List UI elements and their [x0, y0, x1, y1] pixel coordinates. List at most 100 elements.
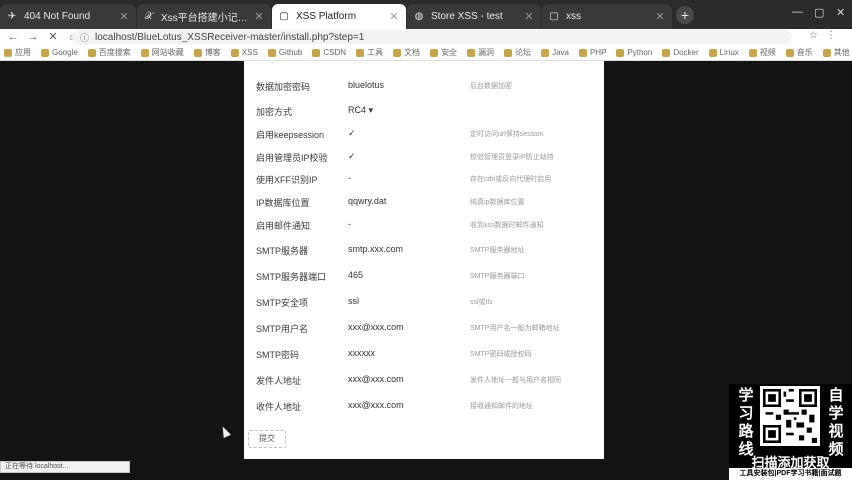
field-label: 数据加密密码 [256, 82, 311, 92]
bookmark-folder-icon [140, 48, 149, 57]
field-description: 校验管理员登录IP防止劫持 [470, 154, 554, 161]
close-window-icon[interactable]: ✕ [836, 6, 845, 19]
form-row: 启用keepsession ✓ 定时访问url保持session [256, 124, 596, 144]
field-input[interactable]: xxx@xxx.com [348, 400, 404, 410]
new-tab-button[interactable]: + [676, 6, 694, 24]
field-input[interactable]: 465 [348, 270, 363, 280]
bookmark-item[interactable]: Docker [662, 48, 699, 57]
page-icon: ▢ [549, 11, 559, 22]
submit-button[interactable]: 提交 [248, 430, 286, 448]
field-label: 启用keepsession [256, 130, 325, 140]
maximize-icon[interactable]: ▢ [814, 6, 824, 19]
bookmark-label: 音乐 [796, 48, 813, 57]
bookmark-label: Java [552, 48, 569, 57]
bookmark-item[interactable]: Github [267, 48, 303, 57]
tab-title: Store XSS - test [431, 11, 503, 22]
stop-icon[interactable]: ✕ [46, 30, 60, 44]
field-description: 后台数据加密 [470, 83, 512, 90]
form-row: IP数据库位置 qqwry.dat 纯真ip数据库位置 [256, 192, 596, 212]
field-input[interactable]: - [348, 219, 351, 229]
bookmark-item[interactable]: Python [616, 48, 652, 57]
minimize-icon[interactable]: — [792, 6, 803, 18]
close-icon[interactable]: ✕ [654, 10, 666, 23]
bookmark-folder-icon [4, 48, 12, 57]
field-input[interactable]: qqwry.dat [348, 196, 386, 206]
close-icon[interactable]: ✕ [118, 10, 130, 23]
forward-icon[interactable]: → [26, 30, 40, 44]
field-label: 收件人地址 [256, 402, 302, 412]
field-description: SMTP服务器地址 [470, 247, 525, 254]
bookmark-folder-icon [662, 48, 671, 57]
tab-xss[interactable]: ▢ xss ✕ [542, 4, 672, 29]
field-description: ssl或tls [470, 299, 493, 306]
bookmark-folder-icon [541, 48, 550, 57]
field-input[interactable]: ssl [348, 296, 359, 306]
tab-title: Xss平台搭建小记 | zmask's Blo [161, 13, 249, 24]
bookmark-item[interactable]: XSS [230, 48, 258, 57]
bookmark-item[interactable]: 视频 [748, 47, 776, 58]
address-bar[interactable]: ⓘ localhost/BlueLotus_XSSReceiver-master… [72, 30, 792, 44]
field-input[interactable]: ✓ [348, 128, 356, 139]
bookmark-item[interactable]: Google [41, 48, 78, 57]
bookmark-item[interactable]: 应用 [4, 47, 31, 58]
form-row: SMTP服务器端口 465 SMTP服务器端口 [256, 266, 596, 286]
field-input[interactable]: xxxxxx [348, 348, 375, 358]
tab-zmask-blog[interactable]: 𝒳 Xss平台搭建小记 | zmask's Blo ✕ [137, 4, 271, 29]
tab-title: 404 Not Found [24, 11, 91, 22]
bookmark-item[interactable]: 音乐 [785, 47, 813, 58]
field-description: 发件人地址一般与用户名相同 [470, 377, 561, 384]
bookmark-item[interactable]: 博客 [193, 47, 221, 58]
form-row: SMTP用户名 xxx@xxx.com SMTP用户名一般为邮箱地址 [256, 318, 596, 338]
tab-title: xss [566, 11, 581, 22]
tab-xss-platform[interactable]: ▢ XSS Platform ✕ [272, 4, 406, 29]
bookmark-item[interactable]: 百度搜索 [87, 47, 131, 58]
bookmark-item[interactable]: Linux [708, 48, 739, 57]
field-label: 启用管理员IP校验 [256, 153, 328, 163]
bookmark-item[interactable]: PHP [578, 48, 606, 57]
info-icon[interactable]: ⓘ [80, 31, 89, 44]
bookmark-item[interactable]: 其他 [822, 47, 850, 58]
bookmark-label: 应用 [15, 48, 31, 57]
pin-icon: ✈ [7, 11, 17, 22]
field-description: SMTP用户名一般为邮箱地址 [470, 325, 560, 332]
tab-store-xss[interactable]: ◍ Store XSS - test ✕ [407, 4, 541, 29]
bookmark-folder-icon [356, 48, 365, 57]
bookmark-label: Google [52, 48, 78, 57]
field-input[interactable]: xxx@xxx.com [348, 374, 404, 384]
form-row: 启用管理员IP校验 ✓ 校验管理员登录IP防止劫持 [256, 147, 596, 167]
form-row: SMTP安全项 ssl ssl或tls [256, 292, 596, 312]
tab-404-not-found[interactable]: ✈ 404 Not Found ✕ [0, 4, 136, 29]
bookmark-item[interactable]: Java [541, 48, 569, 57]
page-icon: ▢ [279, 11, 289, 22]
close-icon[interactable]: ✕ [253, 10, 265, 23]
page-viewport: 提交 数据加密密码 bluelotus 后台数据加密 加密方式 RC4 ▾ 启用keeps… [0, 61, 852, 461]
bookmark-item[interactable]: 网站收藏 [140, 47, 184, 58]
form-row: 发件人地址 xxx@xxx.com 发件人地址一般与用户名相同 [256, 370, 596, 390]
field-input[interactable]: xxx@xxx.com [348, 322, 404, 332]
bookmark-item[interactable]: CSDN [312, 48, 346, 57]
close-icon[interactable]: ✕ [388, 10, 400, 23]
field-input[interactable]: - [348, 173, 351, 183]
bookmark-label: Python [627, 48, 653, 57]
qr-watermark: 学习路线 自学视频 扫描添加获取 工具安装包|PDF学习书籍|面试题 [729, 384, 852, 480]
extensions-icons[interactable]: ☆⋮ [809, 30, 844, 41]
bookmark-label: Github [278, 48, 303, 57]
bookmark-label: 百度搜索 [98, 48, 131, 57]
back-icon[interactable]: ← [6, 30, 20, 44]
field-description: 定时访问url保持session [470, 131, 544, 138]
field-input[interactable]: bluelotus [348, 80, 384, 90]
bookmark-folder-icon [312, 48, 321, 57]
bookmark-folder-icon [41, 48, 49, 57]
field-label: SMTP安全项 [256, 298, 309, 308]
bookmark-folder-icon [393, 48, 402, 57]
close-icon[interactable]: ✕ [523, 10, 535, 23]
field-input[interactable]: RC4 ▾ [348, 105, 373, 116]
bookmark-label: Docker [673, 48, 699, 57]
field-label: SMTP密码 [256, 350, 300, 360]
field-description: SMTP密码或授权码 [470, 351, 532, 358]
tab-title: XSS Platform [296, 11, 357, 22]
field-input[interactable]: ✓ [348, 151, 356, 162]
field-input[interactable]: smtp.xxx.com [348, 244, 403, 254]
field-label: 启用邮件通知 [256, 221, 311, 231]
install-form-panel: 提交 数据加密密码 bluelotus 后台数据加密 加密方式 RC4 ▾ 启用keeps… [244, 61, 604, 459]
